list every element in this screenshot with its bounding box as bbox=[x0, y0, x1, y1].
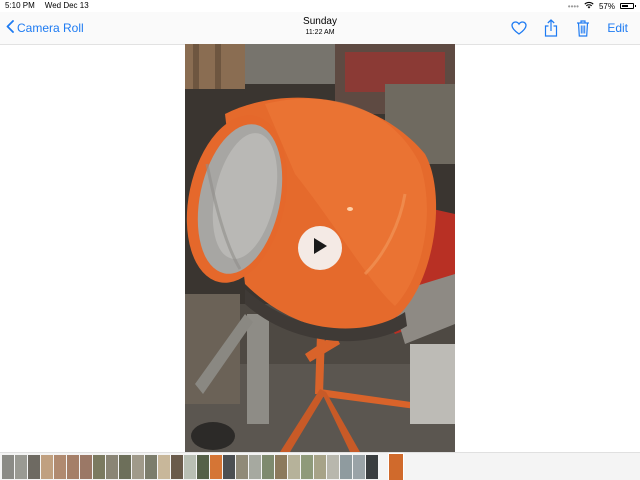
thumbnail[interactable] bbox=[54, 455, 66, 479]
thumbnail[interactable] bbox=[223, 455, 235, 479]
thumbnail[interactable] bbox=[145, 455, 157, 479]
status-right: •••• 57% bbox=[567, 1, 636, 11]
navigation-bar: Camera Roll Sunday 11:22 AM Edit bbox=[0, 12, 640, 45]
thumbnail[interactable] bbox=[119, 455, 131, 479]
photo-viewer-screen: 5:10 PM Wed Dec 13 •••• 57% Camera Roll … bbox=[0, 0, 640, 480]
thumbnail[interactable] bbox=[340, 455, 352, 479]
thumbnail[interactable] bbox=[210, 455, 222, 479]
thumbnail[interactable] bbox=[184, 455, 196, 479]
thumbnail[interactable] bbox=[41, 455, 53, 479]
thumbnail[interactable] bbox=[353, 455, 365, 479]
video-frame[interactable] bbox=[185, 44, 455, 452]
thumbnail-scrubber[interactable] bbox=[0, 452, 640, 480]
nav-actions: Edit bbox=[511, 19, 628, 37]
battery-icon bbox=[620, 3, 636, 9]
thumbnail[interactable] bbox=[171, 455, 183, 479]
thumbnail[interactable] bbox=[93, 455, 105, 479]
battery-percent: 57% bbox=[598, 1, 615, 11]
thumbnail[interactable] bbox=[288, 455, 300, 479]
play-button[interactable] bbox=[298, 226, 342, 270]
thumbnail[interactable] bbox=[275, 455, 287, 479]
status-bar: 5:10 PM Wed Dec 13 •••• 57% bbox=[0, 0, 640, 12]
status-time: 5:10 PM bbox=[5, 1, 35, 10]
heart-icon[interactable] bbox=[511, 19, 527, 37]
thumbnail[interactable] bbox=[2, 455, 14, 479]
thumbnail[interactable] bbox=[249, 455, 261, 479]
thumbnail[interactable] bbox=[301, 455, 313, 479]
thumbnail[interactable] bbox=[158, 455, 170, 479]
trash-icon[interactable] bbox=[575, 19, 591, 37]
thumbnail[interactable] bbox=[80, 455, 92, 479]
signal-dots-icon: •••• bbox=[567, 1, 579, 11]
thumbnail-current[interactable] bbox=[388, 453, 404, 480]
thumbnail[interactable] bbox=[366, 455, 378, 479]
thumbnail[interactable] bbox=[262, 455, 274, 479]
thumbnail[interactable] bbox=[314, 455, 326, 479]
thumbnail[interactable] bbox=[67, 455, 79, 479]
share-icon[interactable] bbox=[543, 19, 559, 37]
battery-level bbox=[622, 5, 628, 7]
thumbnail[interactable] bbox=[106, 455, 118, 479]
status-date: Wed Dec 13 bbox=[44, 1, 89, 10]
status-left: 5:10 PM Wed Dec 13 bbox=[5, 1, 89, 10]
wifi-icon bbox=[584, 1, 594, 11]
thumbnail[interactable] bbox=[236, 455, 248, 479]
play-icon bbox=[312, 237, 328, 260]
thumbnail[interactable] bbox=[15, 455, 27, 479]
thumbnail[interactable] bbox=[28, 455, 40, 479]
thumbnail[interactable] bbox=[197, 455, 209, 479]
thumbnail[interactable] bbox=[132, 455, 144, 479]
edit-button[interactable]: Edit bbox=[607, 21, 628, 35]
thumbnail[interactable] bbox=[327, 455, 339, 479]
